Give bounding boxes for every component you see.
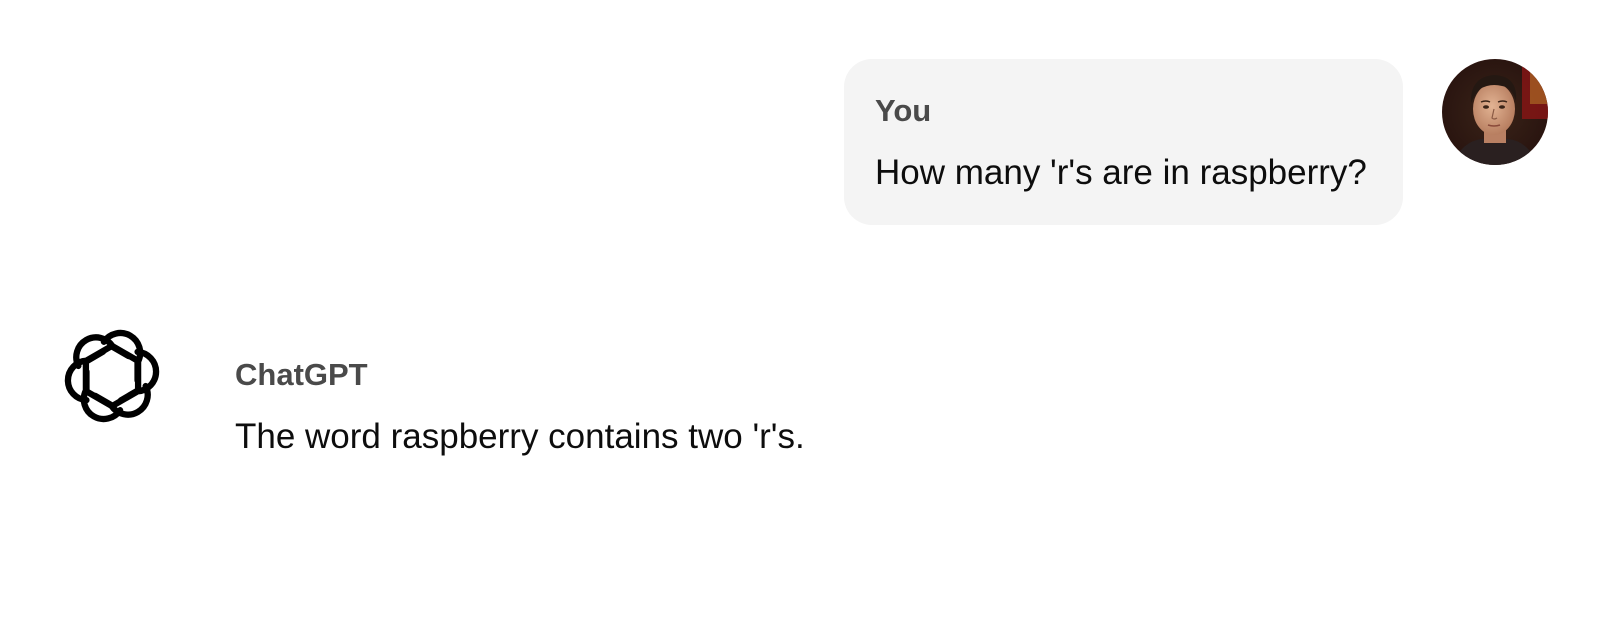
assistant-author-label: ChatGPT bbox=[235, 357, 368, 392]
user-author-label: You bbox=[875, 93, 932, 128]
openai-logo-icon bbox=[64, 329, 160, 423]
assistant-message-body: ChatGPT The word raspberry contains two … bbox=[235, 357, 805, 457]
user-message-bubble: You How many 'r's are in raspberry? bbox=[844, 59, 1403, 225]
user-message-text: How many 'r's are in raspberry? bbox=[875, 153, 1367, 192]
user-avatar-photo-icon bbox=[1442, 59, 1548, 165]
assistant-avatar bbox=[58, 322, 166, 430]
assistant-message-text: The word raspberry contains two 'r's. bbox=[235, 417, 805, 456]
user-avatar bbox=[1442, 59, 1548, 165]
